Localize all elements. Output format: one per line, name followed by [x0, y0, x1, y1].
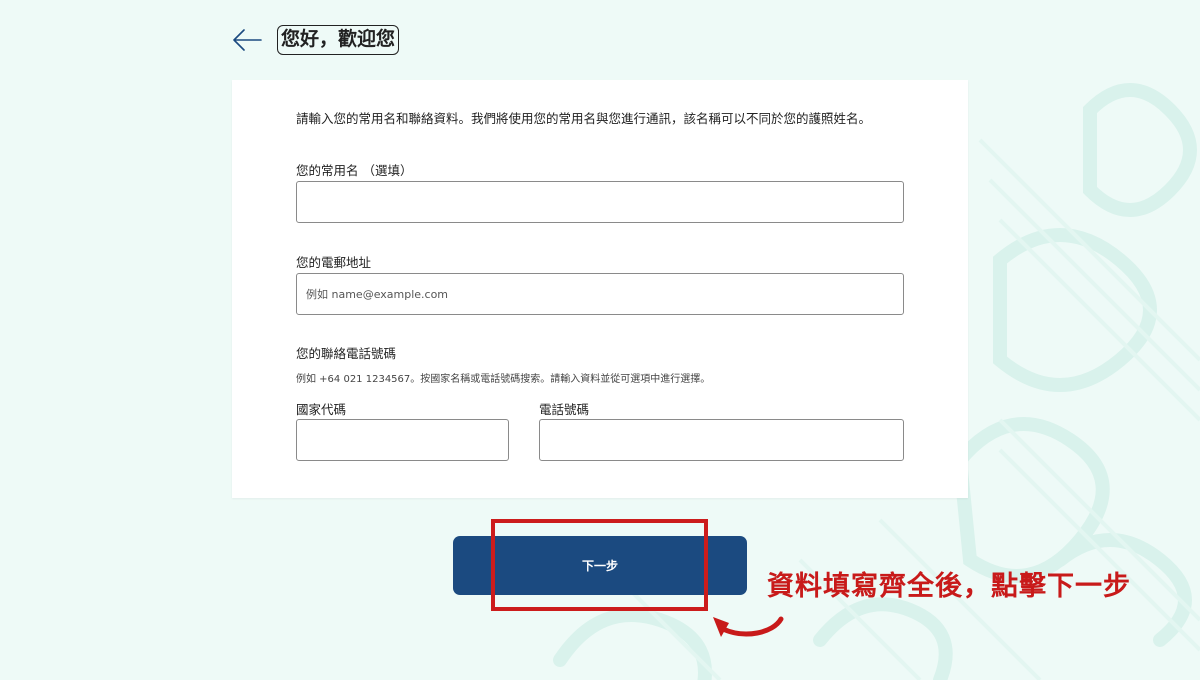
email-label: 您的電郵地址 [296, 255, 372, 270]
contact-form-card: 請輸入您的常用名和聯絡資料。我們將使用您的常用名與您進行通訊，該名稱可以不同於您… [232, 80, 968, 498]
country-code-input[interactable] [296, 419, 509, 461]
highlight-box [491, 519, 708, 611]
phone-label: 您的聯絡電話號碼 [296, 346, 397, 361]
phone-hint: 例如 +64 021 1234567。按國家名稱或電話號碼搜索。請輸入資料並從可… [296, 374, 711, 385]
annotation-text: 資料填寫齊全後，點擊下一步 [767, 571, 1131, 602]
preferred-name-input[interactable] [296, 181, 904, 223]
intro-text: 請輸入您的常用名和聯絡資料。我們將使用您的常用名與您進行通訊，該名稱可以不同於您… [296, 111, 872, 126]
back-arrow-icon[interactable] [231, 27, 263, 53]
email-input[interactable] [296, 273, 904, 315]
page-title: 您好，歡迎您 [277, 25, 400, 55]
country-code-label: 國家代碼 [296, 402, 347, 417]
curved-arrow-icon [713, 616, 784, 637]
phone-number-input[interactable] [539, 419, 904, 461]
preferred-name-label: 您的常用名 （選填） [296, 163, 413, 178]
phone-number-label: 電話號碼 [539, 402, 590, 417]
